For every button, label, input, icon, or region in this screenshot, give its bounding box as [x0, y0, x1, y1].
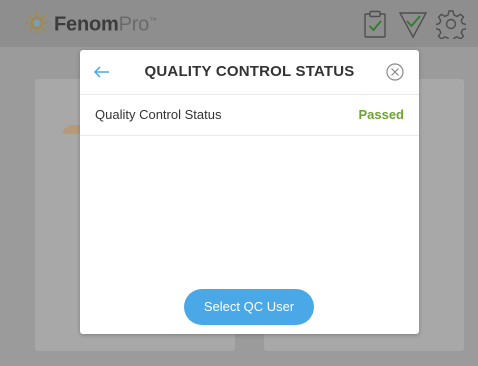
dialog-header: QUALITY CONTROL STATUS: [80, 50, 419, 95]
logo-text-strong: Fenom: [54, 13, 119, 36]
trademark-mark: ™: [149, 16, 157, 26]
logo-text: FenomPro™: [54, 8, 157, 38]
qc-status-value: Passed: [358, 107, 404, 122]
gear-icon[interactable]: [436, 9, 466, 39]
qc-status-row: Quality Control Status Passed: [80, 95, 419, 136]
qc-status-label: Quality Control Status: [95, 107, 222, 122]
fenompro-logo: FenomPro™: [24, 10, 157, 36]
close-circle-icon[interactable]: [385, 62, 405, 82]
clipboard-check-icon[interactable]: [360, 9, 390, 39]
sun-icon: [26, 12, 48, 34]
arrow-left-icon[interactable]: [92, 62, 112, 82]
logo-text-light: Pro: [118, 13, 150, 36]
app-header: FenomPro™: [0, 0, 478, 47]
qc-status-dialog: QUALITY CONTROL STATUS Quality Control S…: [80, 50, 419, 334]
funnel-check-icon[interactable]: [398, 9, 428, 39]
dialog-title: QUALITY CONTROL STATUS: [144, 63, 355, 80]
select-qc-user-button[interactable]: Select QC User: [184, 289, 314, 325]
